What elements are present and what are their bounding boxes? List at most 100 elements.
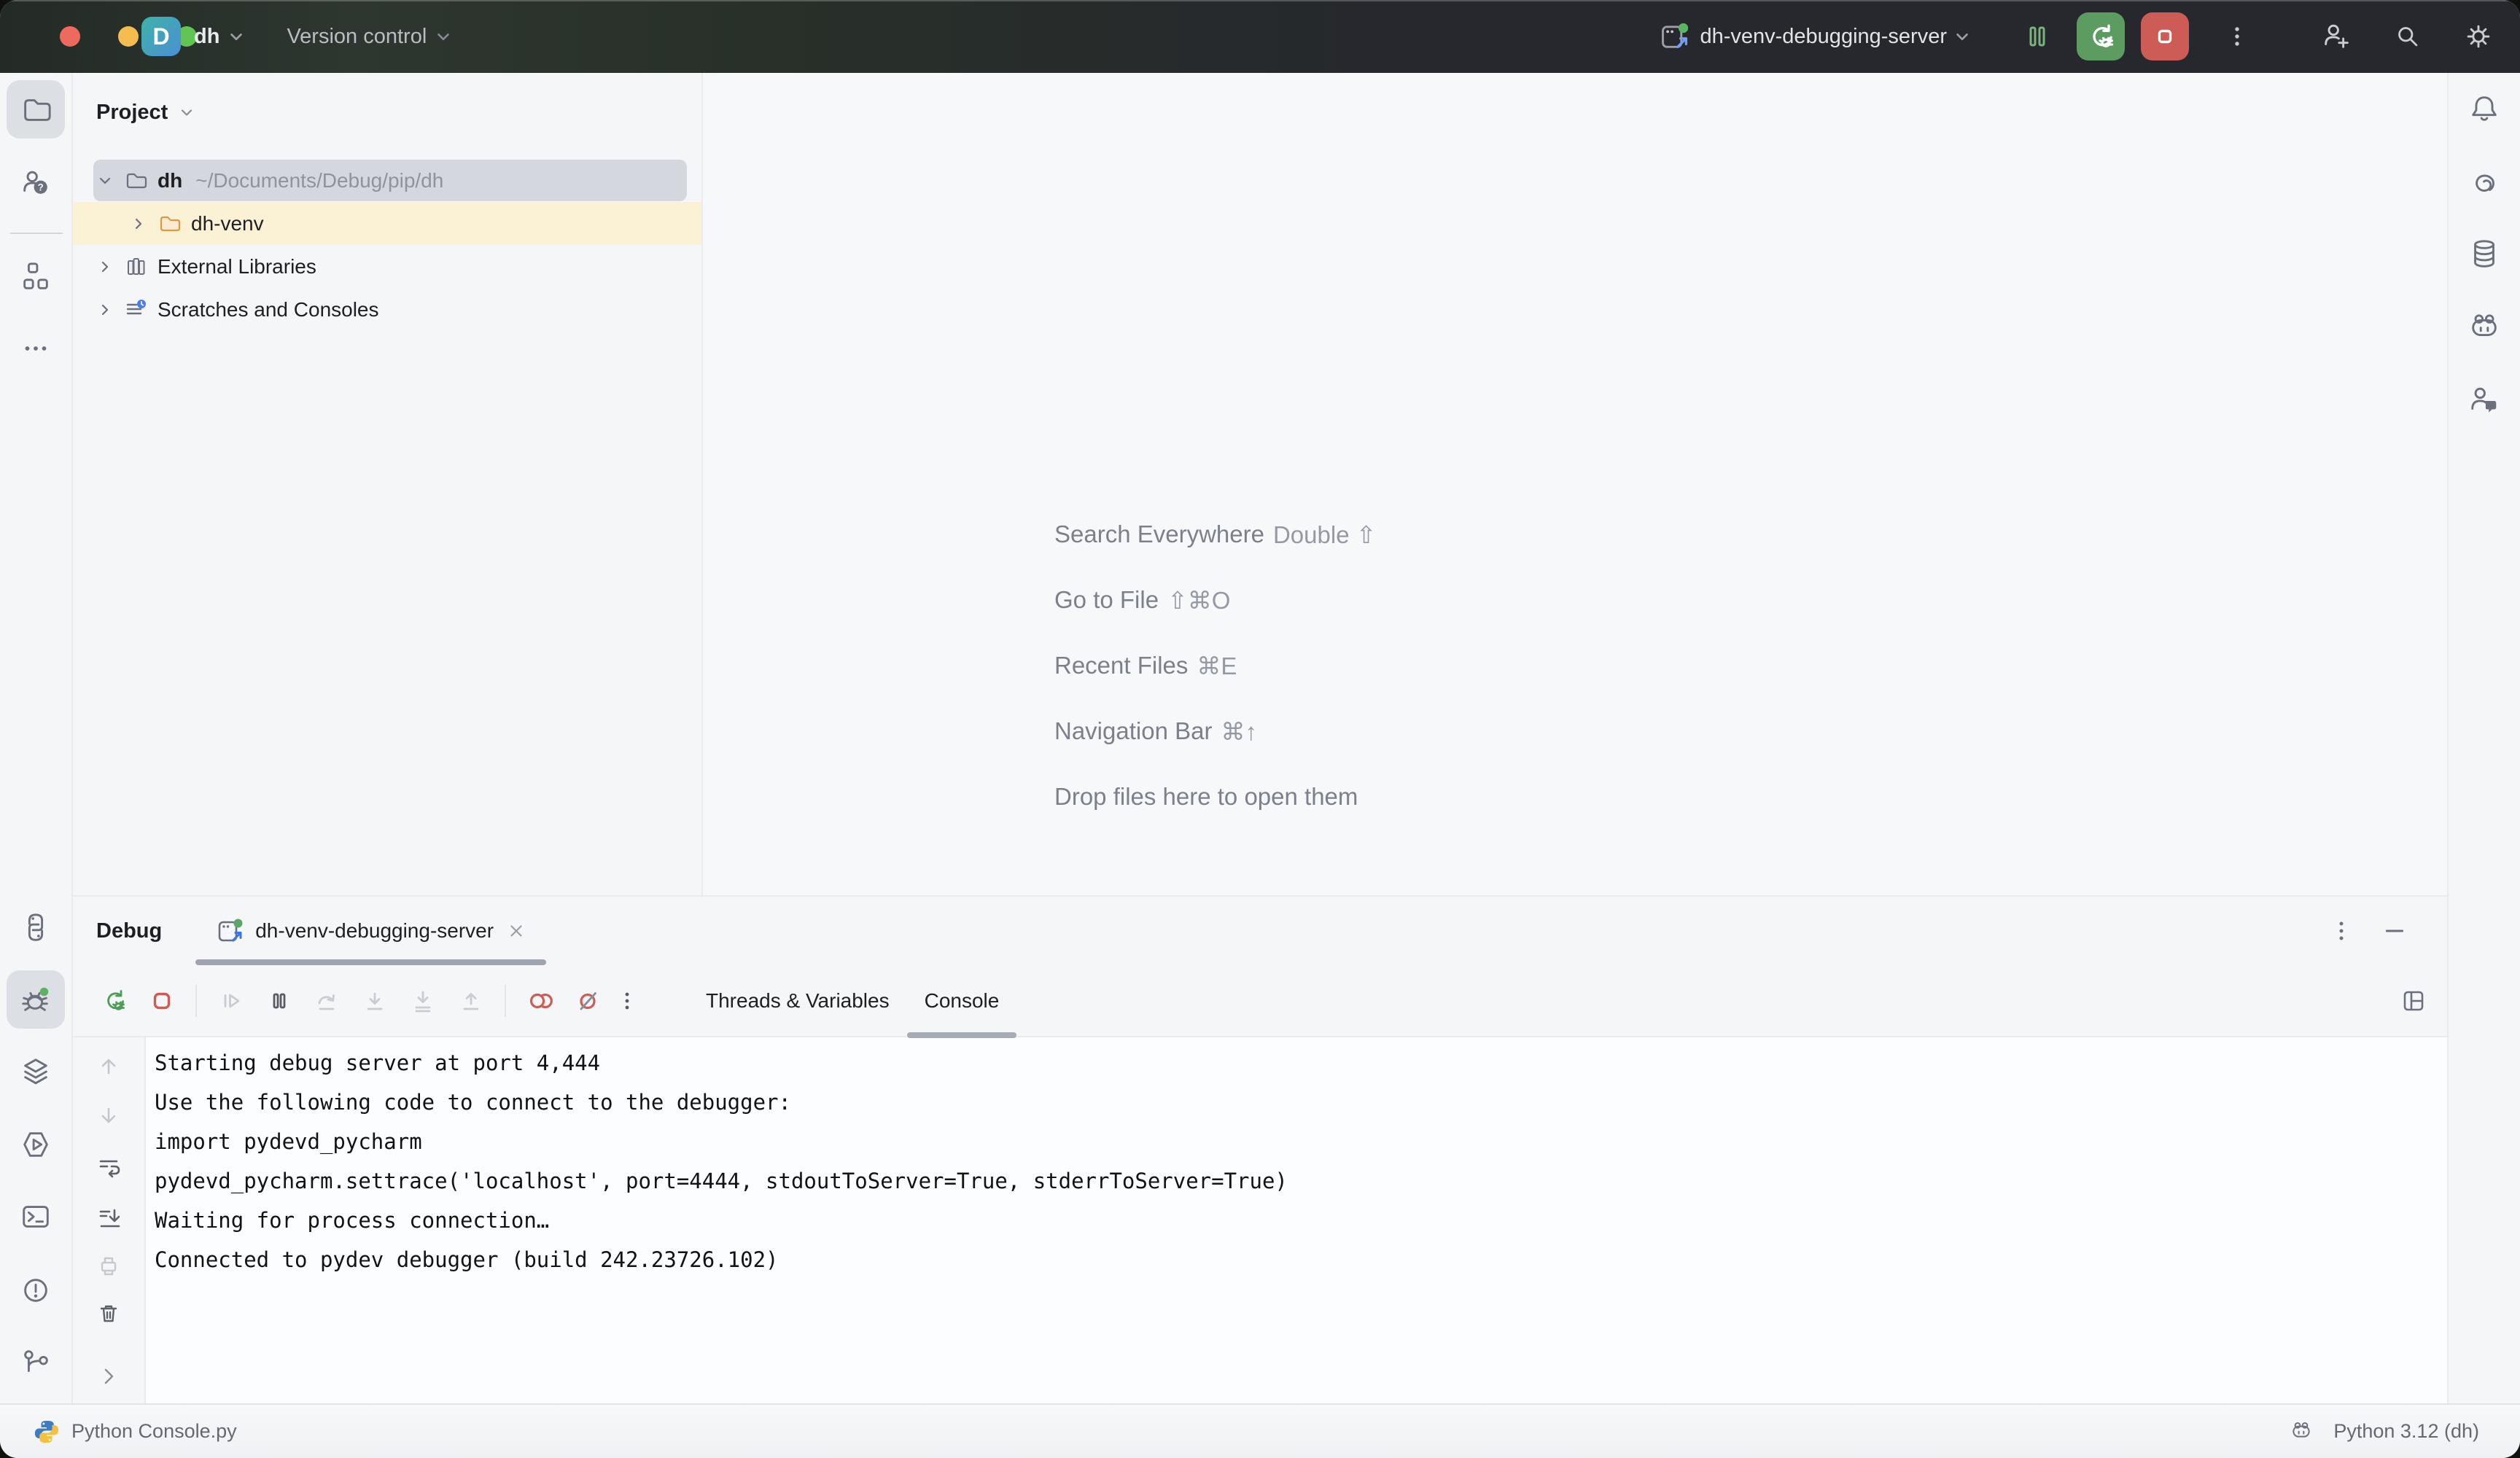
rerun-debugger-button[interactable] bbox=[99, 986, 128, 1015]
chevron-down-icon[interactable] bbox=[227, 27, 246, 46]
database-button[interactable] bbox=[2455, 225, 2513, 283]
scroll-to-end-icon[interactable] bbox=[96, 1204, 122, 1231]
view-breakpoints-button[interactable] bbox=[525, 986, 554, 1015]
project-panel: Project dh ~/Documents/Debug/pip/dh bbox=[73, 73, 703, 895]
notifications-button[interactable] bbox=[2455, 80, 2513, 139]
clear-console-trash-icon[interactable] bbox=[96, 1301, 122, 1327]
chevron-down-icon[interactable] bbox=[92, 172, 118, 190]
print-icon[interactable] bbox=[96, 1252, 122, 1279]
toolbar-kebab-icon[interactable] bbox=[621, 986, 633, 1015]
python-console-tool-button[interactable] bbox=[7, 898, 65, 956]
terminal-tool-button[interactable] bbox=[7, 1188, 65, 1246]
python-logo-icon bbox=[34, 1419, 60, 1445]
chevron-right-icon[interactable] bbox=[125, 215, 152, 233]
python-icon bbox=[19, 911, 52, 944]
folder-icon bbox=[124, 169, 147, 192]
project-name[interactable]: dh bbox=[194, 25, 219, 49]
interpreter-selector[interactable]: Python 3.12 (dh) bbox=[2333, 1420, 2479, 1443]
hide-panel-icon[interactable] bbox=[2383, 919, 2406, 943]
debug-session-tab[interactable]: dh-venv-debugging-server bbox=[195, 897, 546, 965]
project-tool-button[interactable] bbox=[7, 80, 65, 139]
soft-wrap-icon[interactable] bbox=[96, 1154, 122, 1180]
run-config-selector[interactable]: dh-venv-debugging-server bbox=[1700, 25, 1947, 49]
project-badge[interactable]: D bbox=[141, 17, 181, 56]
people-help-button[interactable]: ? bbox=[7, 154, 65, 212]
stop-button[interactable] bbox=[2141, 12, 2189, 61]
tree-row-dh-venv[interactable]: dh-venv bbox=[73, 202, 701, 245]
hint-label: Drop files here to open them bbox=[1054, 783, 1358, 811]
version-control-tool-button[interactable] bbox=[7, 1334, 65, 1392]
step-over-button[interactable] bbox=[312, 986, 341, 1015]
external-libraries-icon bbox=[124, 255, 147, 278]
stop-debugger-button[interactable] bbox=[147, 986, 176, 1015]
debug-panel-header: Debug dh-venv-debugging-server bbox=[73, 897, 2447, 965]
title-bar: D dh Version control dh-venv-debugging-s… bbox=[0, 0, 2520, 73]
hint-keys: ⌘E bbox=[1197, 652, 1237, 680]
pause-program-button[interactable] bbox=[264, 986, 293, 1015]
run-config-icon[interactable] bbox=[1659, 20, 1691, 52]
structure-icon bbox=[19, 260, 52, 293]
debug-toolbar: Threads & Variables Console bbox=[73, 965, 2447, 1037]
force-step-into-button[interactable] bbox=[408, 986, 438, 1015]
step-out-button[interactable] bbox=[456, 986, 486, 1015]
assistant-robot-button[interactable] bbox=[2455, 299, 2513, 357]
debug-tool-button[interactable] bbox=[7, 970, 65, 1029]
add-user-icon[interactable] bbox=[2320, 20, 2354, 53]
robot-icon[interactable] bbox=[2290, 1420, 2313, 1443]
svg-text:?: ? bbox=[38, 182, 44, 192]
chevron-down-icon[interactable] bbox=[1953, 27, 1972, 46]
chevron-down-icon[interactable] bbox=[178, 104, 195, 121]
pause-program-button[interactable] bbox=[2020, 20, 2052, 52]
scroll-up-icon[interactable] bbox=[96, 1053, 122, 1079]
tab-console[interactable]: Console bbox=[907, 964, 1017, 1037]
hint-keys: ⌘↑ bbox=[1221, 717, 1257, 746]
tree-item-name: External Libraries bbox=[158, 255, 316, 278]
rail-divider bbox=[10, 233, 63, 234]
vcs-menu[interactable]: Version control bbox=[287, 25, 427, 49]
tree-row-external-libraries[interactable]: External Libraries bbox=[73, 245, 701, 288]
debug-panel-title[interactable]: Debug bbox=[96, 919, 162, 943]
services-tool-button[interactable] bbox=[7, 1115, 65, 1174]
tab-threads-variables[interactable]: Threads & Variables bbox=[688, 964, 907, 1037]
scratches-icon bbox=[124, 298, 147, 321]
project-panel-title[interactable]: Project bbox=[96, 101, 168, 125]
chevron-right-icon[interactable] bbox=[92, 301, 118, 319]
console-output[interactable]: Starting debug server at port 4,444 Use … bbox=[146, 1037, 2447, 1403]
step-into-button[interactable] bbox=[360, 986, 389, 1015]
editor-empty-state: Search Everywhere Double ⇧ Go to File ⇧⌘… bbox=[704, 73, 2447, 895]
more-tools-button[interactable] bbox=[7, 319, 65, 378]
minimize-button[interactable] bbox=[118, 26, 139, 47]
tree-row-dh[interactable]: dh ~/Documents/Debug/pip/dh bbox=[73, 159, 701, 202]
services-hexagon-play-icon bbox=[19, 1128, 52, 1161]
more-dots-icon bbox=[19, 332, 52, 365]
mute-breakpoints-button[interactable] bbox=[573, 986, 602, 1015]
shortcut-hint: Drop files here to open them bbox=[1054, 764, 1376, 830]
expand-gutter-chevron-icon[interactable] bbox=[96, 1363, 122, 1389]
close-icon[interactable] bbox=[507, 921, 526, 940]
rerun-debug-button[interactable] bbox=[2077, 12, 2125, 61]
search-icon[interactable] bbox=[2392, 20, 2424, 52]
code-with-me-button[interactable] bbox=[2455, 371, 2513, 429]
chevron-right-icon[interactable] bbox=[92, 258, 118, 276]
more-actions-kebab-icon[interactable] bbox=[2221, 20, 2253, 52]
layout-settings-icon[interactable] bbox=[2399, 986, 2428, 1015]
chevron-down-icon[interactable] bbox=[434, 27, 453, 46]
folder-icon bbox=[19, 93, 52, 126]
tree-item-path: ~/Documents/Debug/pip/dh bbox=[195, 169, 443, 192]
git-branch-icon bbox=[19, 1346, 52, 1380]
ai-assistant-button[interactable] bbox=[2455, 154, 2513, 212]
python-packages-tool-button[interactable] bbox=[7, 1042, 65, 1101]
debug-panel: Debug dh-venv-debugging-server bbox=[73, 895, 2447, 1403]
resume-program-button[interactable] bbox=[216, 986, 245, 1015]
tree-row-scratches[interactable]: Scratches and Consoles bbox=[73, 288, 701, 331]
right-tool-rail bbox=[2447, 73, 2520, 1403]
scroll-down-icon[interactable] bbox=[96, 1103, 122, 1129]
console-gutter bbox=[73, 1037, 146, 1403]
hint-label: Recent Files bbox=[1054, 652, 1188, 679]
close-button[interactable] bbox=[60, 26, 80, 47]
panel-options-kebab-icon[interactable] bbox=[2332, 916, 2351, 946]
structure-tool-button[interactable] bbox=[7, 247, 65, 305]
settings-gear-icon[interactable] bbox=[2462, 20, 2495, 53]
status-bar-file[interactable]: Python Console.py bbox=[34, 1419, 237, 1445]
problems-tool-button[interactable] bbox=[7, 1261, 65, 1319]
